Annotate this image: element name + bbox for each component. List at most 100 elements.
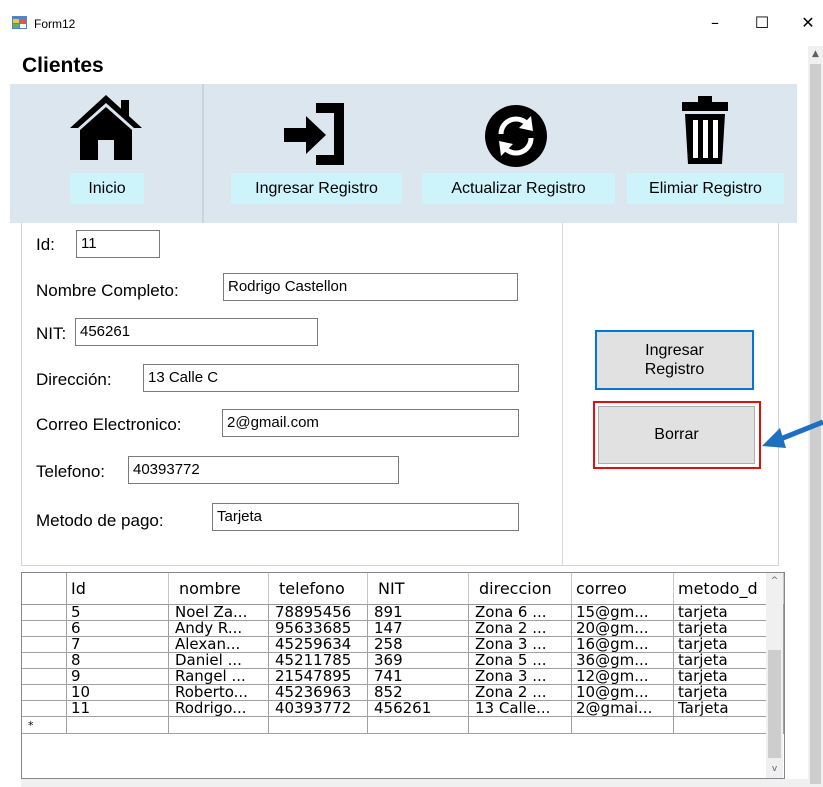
table-cell[interactable]: Zona 3 ...: [468, 636, 572, 653]
table-cell[interactable]: Roberto...: [168, 684, 269, 701]
row-header[interactable]: [22, 636, 67, 653]
direccion-field[interactable]: 13 Calle C: [143, 364, 519, 392]
id-field[interactable]: 11: [76, 230, 160, 258]
table-cell[interactable]: Andy R...: [168, 620, 269, 637]
table-cell[interactable]: 13 Calle...: [468, 700, 572, 717]
table-cell[interactable]: Zona 6 ...: [468, 604, 572, 621]
table-cell[interactable]: 15@gm...: [571, 604, 674, 621]
row-header[interactable]: [22, 684, 67, 701]
correo-field[interactable]: 2@gmail.com: [222, 409, 519, 437]
column-header-nit[interactable]: NIT: [367, 573, 469, 605]
telefono-field[interactable]: 40393772: [128, 456, 399, 484]
table-row[interactable]: 10 Roberto... 45236963 852 Zona 2 ... 10@gm..…: [22, 684, 784, 701]
toolbar-actualizar-button[interactable]: Actualizar Registro: [422, 173, 615, 204]
table-cell[interactable]: [168, 716, 269, 734]
toolbar-ingresar-button[interactable]: Ingresar Registro: [231, 173, 402, 204]
table-cell[interactable]: Daniel ...: [168, 652, 269, 669]
toolbar-inicio-button[interactable]: Inicio: [70, 173, 144, 204]
table-cell[interactable]: 2@gmai...: [571, 700, 674, 717]
row-header[interactable]: [22, 620, 67, 637]
maximize-button[interactable]: ☐: [739, 12, 785, 34]
table-row[interactable]: 5 Noel Za... 78895456 891 Zona 6 ... 15@gm...…: [22, 604, 784, 621]
table-cell[interactable]: Alexan...: [168, 636, 269, 653]
column-header-correo[interactable]: correo: [571, 573, 674, 605]
table-cell[interactable]: [468, 716, 572, 734]
scroll-up-arrow-icon[interactable]: ▲: [808, 46, 823, 63]
sign-in-icon[interactable]: [282, 99, 352, 171]
clients-grid[interactable]: Id nombre telefono NIT direccion correo …: [21, 572, 785, 779]
table-cell[interactable]: 10@gm...: [571, 684, 674, 701]
table-cell[interactable]: 891: [367, 604, 469, 621]
table-cell[interactable]: [367, 716, 469, 734]
close-button[interactable]: ✕: [785, 12, 823, 34]
column-header-nombre[interactable]: nombre: [168, 573, 269, 605]
table-cell[interactable]: 6: [66, 620, 169, 637]
table-cell[interactable]: 741: [367, 668, 469, 685]
table-cell[interactable]: 147: [367, 620, 469, 637]
table-cell[interactable]: Zona 2 ...: [468, 620, 572, 637]
table-cell[interactable]: Rodrigo...: [168, 700, 269, 717]
id-label: Id:: [36, 235, 55, 254]
row-header[interactable]: [22, 668, 67, 685]
table-cell[interactable]: 40393772: [268, 700, 368, 717]
table-cell[interactable]: 11: [66, 700, 169, 717]
table-row[interactable]: 7 Alexan... 45259634 258 Zona 3 ... 16@gm... t…: [22, 636, 784, 653]
direccion-label: Dirección:: [36, 370, 112, 389]
table-cell[interactable]: [66, 716, 169, 734]
table-cell[interactable]: 95633685: [268, 620, 368, 637]
refresh-icon[interactable]: [484, 104, 548, 168]
column-header-telefono[interactable]: telefono: [268, 573, 368, 605]
table-cell[interactable]: [571, 716, 674, 734]
grid-scroll-down-icon[interactable]: v: [766, 761, 783, 778]
table-cell[interactable]: 16@gm...: [571, 636, 674, 653]
table-cell[interactable]: 456261: [367, 700, 469, 717]
table-cell[interactable]: 5: [66, 604, 169, 621]
table-cell[interactable]: 12@gm...: [571, 668, 674, 685]
window-horizontal-scrollbar[interactable]: [21, 779, 808, 787]
table-cell[interactable]: Zona 5 ...: [468, 652, 572, 669]
table-cell[interactable]: 10: [66, 684, 169, 701]
table-cell[interactable]: 852: [367, 684, 469, 701]
new-row[interactable]: *: [22, 716, 784, 734]
metodo-field[interactable]: Tarjeta: [212, 503, 519, 531]
table-cell[interactable]: 7: [66, 636, 169, 653]
table-cell[interactable]: 369: [367, 652, 469, 669]
table-body: 5 Noel Za... 78895456 891 Zona 6 ... 15@gm...…: [22, 604, 784, 734]
table-cell[interactable]: [268, 716, 368, 734]
table-row[interactable]: 8 Daniel ... 45211785 369 Zona 5 ... 36@gm...…: [22, 652, 784, 669]
table-cell[interactable]: 8: [66, 652, 169, 669]
table-cell[interactable]: 78895456: [268, 604, 368, 621]
table-cell[interactable]: 45211785: [268, 652, 368, 669]
grid-scroll-up-icon[interactable]: ^: [766, 573, 783, 590]
minimize-button[interactable]: –: [692, 12, 738, 34]
column-header-direccion[interactable]: direccion: [468, 573, 572, 605]
table-cell[interactable]: 45259634: [268, 636, 368, 653]
ingresar-registro-button[interactable]: Ingresar Registro: [595, 330, 754, 390]
table-cell[interactable]: 21547895: [268, 668, 368, 685]
table-cell[interactable]: 258: [367, 636, 469, 653]
table-row[interactable]: 9 Rangel ... 21547895 741 Zona 3 ... 12@gm...…: [22, 668, 784, 685]
table-cell[interactable]: Zona 3 ...: [468, 668, 572, 685]
borrar-button[interactable]: Borrar: [598, 406, 755, 464]
row-header[interactable]: [22, 652, 67, 669]
table-cell[interactable]: 20@gm...: [571, 620, 674, 637]
nit-field[interactable]: 456261: [75, 318, 318, 346]
row-header[interactable]: [22, 700, 67, 717]
table-cell[interactable]: Zona 2 ...: [468, 684, 572, 701]
trash-icon[interactable]: [680, 96, 730, 166]
row-header[interactable]: [22, 604, 67, 621]
column-header-id[interactable]: Id: [66, 573, 169, 605]
table-cell[interactable]: 9: [66, 668, 169, 685]
table-cell[interactable]: 45236963: [268, 684, 368, 701]
table-cell[interactable]: Noel Za...: [168, 604, 269, 621]
table-row[interactable]: 11 Rodrigo... 40393772 456261 13 Calle... 2@g…: [22, 700, 784, 717]
toolbar-eliminar-button[interactable]: Elimiar Registro: [627, 173, 784, 204]
table-row[interactable]: 6 Andy R... 95633685 147 Zona 2 ... 20@gm... t…: [22, 620, 784, 637]
grid-scrollbar-thumb[interactable]: [768, 650, 781, 758]
table-cell[interactable]: Rangel ...: [168, 668, 269, 685]
nombre-field[interactable]: Rodrigo Castellon: [223, 273, 518, 301]
form-divider: [562, 223, 563, 566]
table-cell[interactable]: 36@gm...: [571, 652, 674, 669]
home-icon[interactable]: [66, 92, 146, 162]
window-title: Form12: [34, 17, 76, 31]
